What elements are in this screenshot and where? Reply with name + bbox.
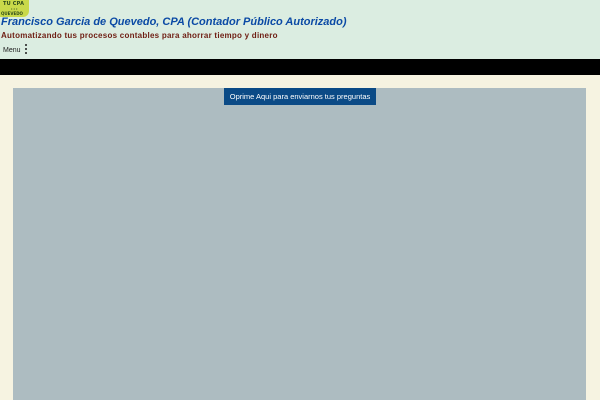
site-header: TU CPA • • • QUEVEDO Francisco Garcia de…	[0, 0, 600, 59]
site-logo[interactable]: TU CPA • • • QUEVEDO	[0, 0, 29, 17]
menu-label[interactable]: Menu	[3, 47, 21, 54]
navigation-bar	[0, 59, 600, 75]
site-tagline: Automatizando tus procesos contables par…	[1, 31, 278, 40]
send-questions-button[interactable]: Oprime Aqui para enviarnos tus preguntas	[224, 88, 376, 105]
vertical-ellipsis-icon[interactable]	[24, 44, 28, 54]
main-content-area	[13, 88, 586, 400]
site-title[interactable]: Francisco Garcia de Quevedo, CPA (Contad…	[1, 16, 347, 28]
